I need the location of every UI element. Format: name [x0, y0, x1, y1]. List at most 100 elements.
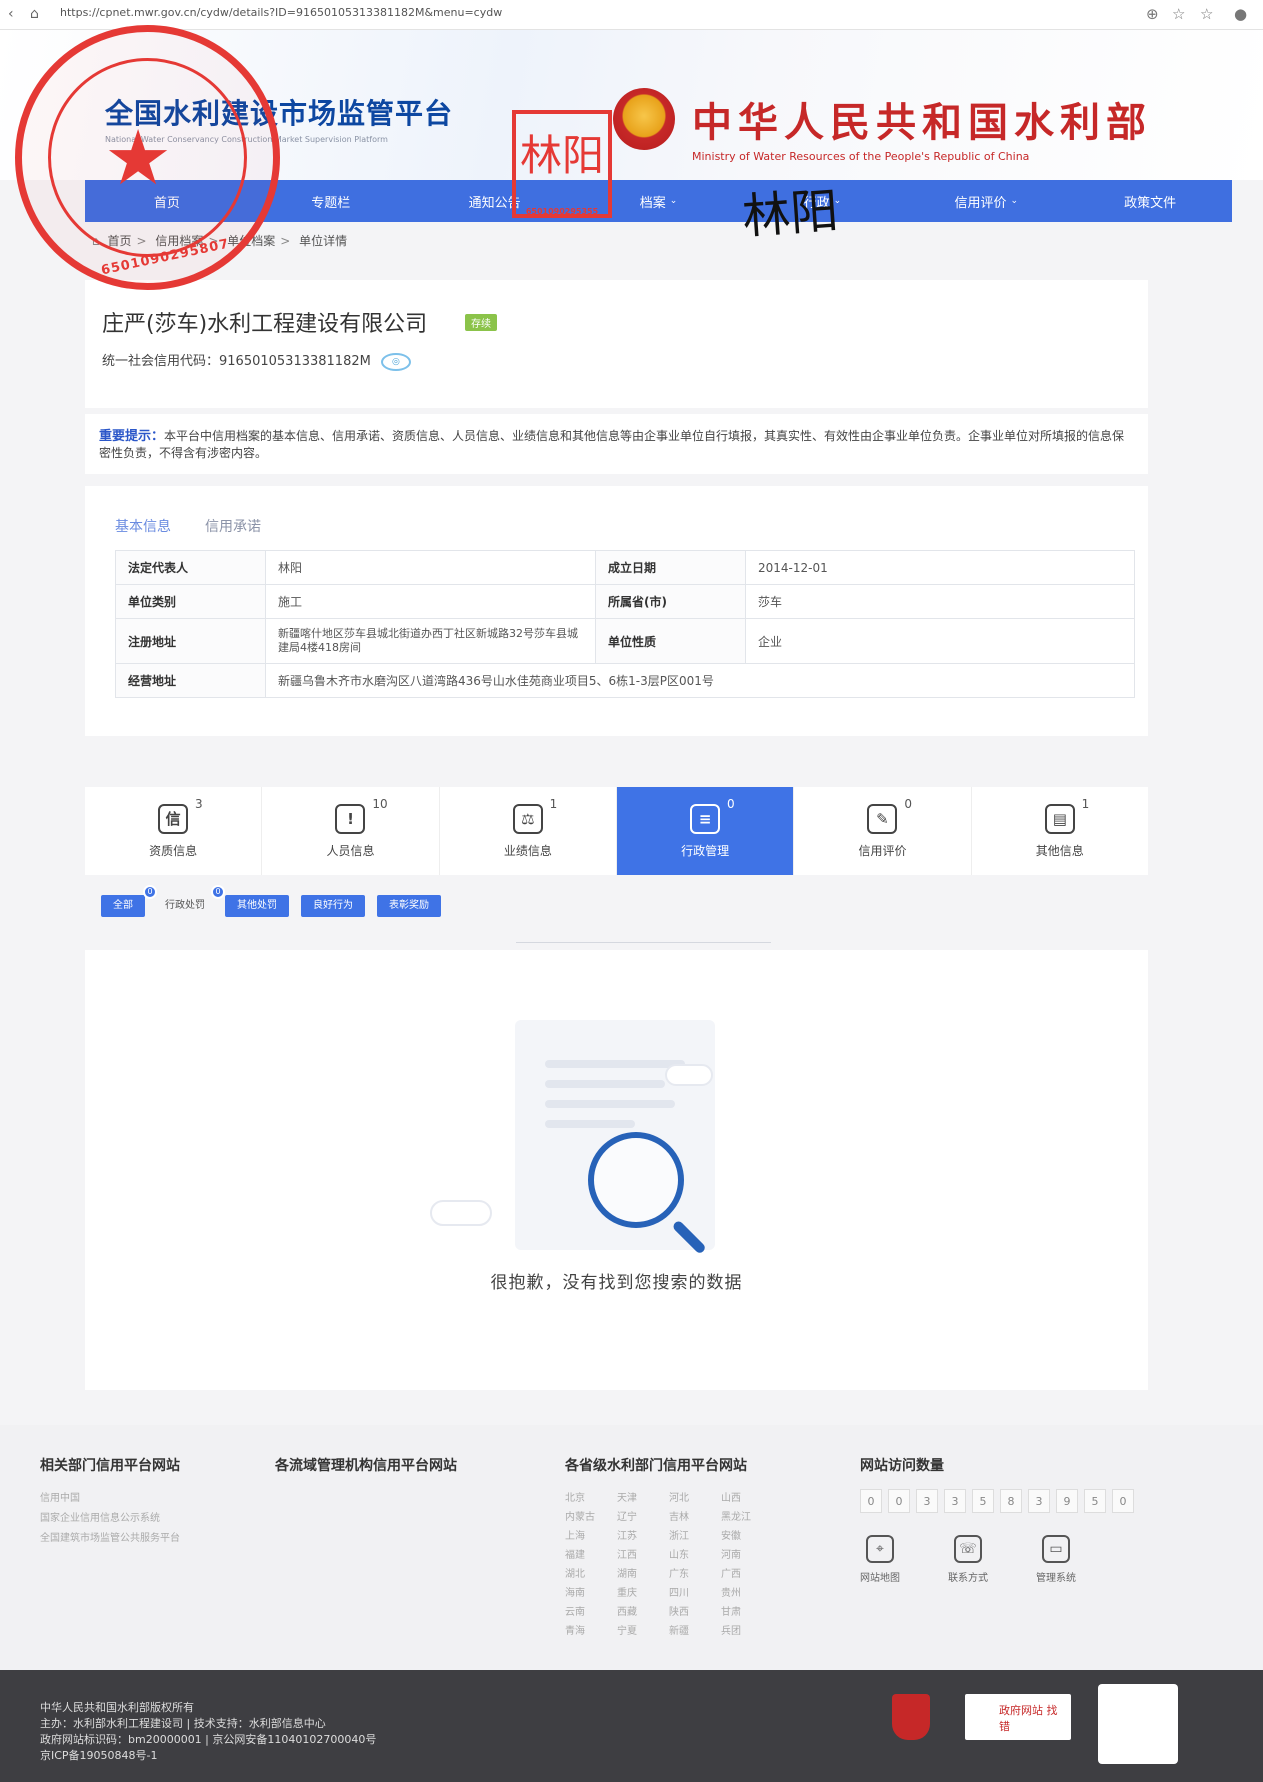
- provincial-link[interactable]: 吉林: [669, 1508, 713, 1523]
- gov-site-badge[interactable]: 政府网站 找错: [965, 1694, 1071, 1740]
- admin-system-link[interactable]: ▭ 管理系统: [1036, 1535, 1076, 1584]
- contact-link[interactable]: ☏ 联系方式: [948, 1535, 988, 1584]
- handwritten-signature: 林阳: [740, 182, 841, 246]
- counter-digit: 3: [916, 1489, 938, 1513]
- provincial-link[interactable]: 山东: [669, 1546, 713, 1561]
- divider: [516, 942, 771, 943]
- filter-all-button[interactable]: 全部 0: [101, 885, 157, 917]
- provincial-link[interactable]: 天津: [617, 1489, 661, 1504]
- provincial-link[interactable]: 安徽: [721, 1527, 765, 1542]
- ministry-title: 中华人民共和国水利部: [692, 100, 1152, 146]
- provincial-link[interactable]: 山西: [721, 1489, 765, 1504]
- tab-label: 人员信息: [326, 843, 375, 858]
- provincial-link[interactable]: 云南: [565, 1603, 609, 1618]
- provincial-link[interactable]: 广西: [721, 1565, 765, 1580]
- footer-link[interactable]: 国家企业信用信息公示系统: [40, 1509, 180, 1529]
- counter-digit: 0: [888, 1489, 910, 1513]
- provincial-link[interactable]: 黑龙江: [721, 1508, 765, 1523]
- table-row: 经营地址 新疆乌鲁木齐市水磨沟区八道湾路436号山水佳苑商业项目5、6栋1-3层…: [115, 663, 1135, 698]
- back-icon[interactable]: ‹: [8, 6, 14, 22]
- provincial-link[interactable]: 甘肃: [721, 1603, 765, 1618]
- favorites-list-icon[interactable]: ☆: [1200, 5, 1213, 23]
- filter-penalty-button[interactable]: 行政处罚 0: [157, 885, 225, 917]
- provincial-link[interactable]: 北京: [565, 1489, 609, 1504]
- tab-count: 0: [726, 797, 735, 811]
- tab-count: 1: [549, 797, 558, 811]
- tab-personnel[interactable]: ! 10 人员信息: [262, 787, 440, 875]
- provincial-link[interactable]: 江西: [617, 1546, 661, 1561]
- tab-administrative[interactable]: ≡ 0 行政管理: [616, 787, 795, 875]
- provincial-link[interactable]: 陕西: [669, 1603, 713, 1618]
- home-icon[interactable]: ⌂: [30, 6, 39, 22]
- provincial-link[interactable]: 湖北: [565, 1565, 609, 1580]
- cloud-icon: [430, 1200, 492, 1226]
- counter-digit: 3: [1028, 1489, 1050, 1513]
- profile-icon[interactable]: ●: [1234, 5, 1247, 23]
- provincial-link[interactable]: 四川: [669, 1584, 713, 1599]
- counter-digit: 3: [944, 1489, 966, 1513]
- filter-bar: 全部 0 行政处罚 0 其他处罚 良好行为 表彰奖励: [101, 885, 441, 917]
- browser-bar: ‹ ⌂ https://cpnet.mwr.gov.cn/cydw/detail…: [0, 0, 1263, 30]
- provincial-link[interactable]: 福建: [565, 1546, 609, 1561]
- site-map-link[interactable]: ⌖ 网站地图: [860, 1535, 900, 1584]
- zoom-icon[interactable]: ⊕: [1146, 5, 1159, 23]
- provincial-link[interactable]: 江苏: [617, 1527, 661, 1542]
- provincial-link[interactable]: 湖南: [617, 1565, 661, 1580]
- notes-icon: ▤: [1044, 803, 1075, 834]
- count-badge: 0: [143, 885, 157, 899]
- provincial-link[interactable]: 海南: [565, 1584, 609, 1599]
- provincial-link[interactable]: 宁夏: [617, 1622, 661, 1637]
- credit-code-label: 统一社会信用代码：: [102, 354, 220, 369]
- sponsor: 主办：水利部水利工程建设司 | 技术支持：水利部信息中心: [40, 1717, 326, 1730]
- filter-awards-button[interactable]: 表彰奖励: [377, 895, 441, 917]
- provincial-link[interactable]: 河北: [669, 1489, 713, 1504]
- nav-policy-documents[interactable]: 政策文件: [1068, 180, 1232, 222]
- provincial-link[interactable]: 内蒙古: [565, 1508, 609, 1523]
- filter-other-penalty-button[interactable]: 其他处罚: [225, 895, 289, 917]
- table-value: 施工: [265, 584, 596, 619]
- ministry-title-en: Ministry of Water Resources of the Peopl…: [692, 150, 1030, 163]
- footer-col-related: 相关部门信用平台网站 信用中国 国家企业信用信息公示系统 全国建筑市场监管公共服…: [40, 1455, 180, 1549]
- provincial-link[interactable]: 西藏: [617, 1603, 661, 1618]
- address-bar[interactable]: https://cpnet.mwr.gov.cn/cydw/details?ID…: [60, 6, 502, 19]
- status-badge: 存续: [465, 314, 497, 331]
- tab-performance[interactable]: ⚖ 1 业绩信息: [440, 787, 617, 875]
- provincial-link[interactable]: 河南: [721, 1546, 765, 1561]
- provincial-link[interactable]: 广东: [669, 1565, 713, 1580]
- tab-credit-commitment[interactable]: 信用承诺: [205, 516, 261, 536]
- tab-label: 资质信息: [149, 843, 198, 858]
- search-icon: [588, 1132, 684, 1228]
- provincial-link[interactable]: 兵团: [721, 1622, 765, 1637]
- provincial-link[interactable]: 上海: [565, 1527, 609, 1542]
- provincial-link[interactable]: 青海: [565, 1622, 609, 1637]
- counter-digit: 5: [1084, 1489, 1106, 1513]
- provincial-link[interactable]: 新疆: [669, 1622, 713, 1637]
- filter-good-behavior-button[interactable]: 良好行为: [301, 895, 365, 917]
- footer-col-title: 各省级水利部门信用平台网站: [565, 1458, 747, 1474]
- favorite-icon[interactable]: ☆: [1172, 5, 1185, 23]
- tab-qualification[interactable]: 信 3 资质信息: [85, 787, 263, 875]
- credit-badge-icon[interactable]: ◎: [380, 352, 411, 371]
- footer-link[interactable]: 信用中国: [40, 1489, 180, 1509]
- alarm-icon: !: [335, 803, 366, 834]
- icp-record[interactable]: 京ICP备19050848号-1: [40, 1748, 376, 1764]
- gov-code: 政府网站标识码：bm20000001 | 京公网安备11040102700040…: [40, 1733, 377, 1746]
- provincial-link[interactable]: 辽宁: [617, 1508, 661, 1523]
- party-badge-icon[interactable]: [892, 1694, 930, 1740]
- name-stamp: 林阳 6501090295355: [512, 110, 612, 218]
- nav-credit-evaluation[interactable]: 信用评价 ⌄: [904, 180, 1068, 222]
- provincial-link[interactable]: 贵州: [721, 1584, 765, 1599]
- tab-other-info[interactable]: ▤ 1 其他信息: [972, 787, 1148, 875]
- provincial-link[interactable]: 重庆: [617, 1584, 661, 1599]
- provincial-link[interactable]: 浙江: [669, 1527, 713, 1542]
- footer-col-visits: 网站访问数量 0033583950 ⌖ 网站地图 ☏ 联系方式 ▭ 管理系统: [860, 1455, 1134, 1584]
- footer-link[interactable]: 全国建筑市场监管公共服务平台: [40, 1529, 180, 1549]
- table-value: 新疆喀什地区莎车县城北街道办西丁社区新城路32号莎车县城建局4楼418房间: [265, 618, 596, 664]
- national-emblem-icon: [613, 88, 675, 150]
- qualification-icon: 信: [158, 803, 189, 834]
- table-key: 经营地址: [115, 663, 266, 698]
- tab-credit-rating[interactable]: ✎ 0 信用评价: [794, 787, 972, 875]
- ministry-logo: 中华人民共和国水利部 Ministry of Water Resources o…: [692, 90, 1152, 163]
- tab-basic-info[interactable]: 基本信息: [115, 516, 171, 536]
- footer-col-title: 网站访问数量: [860, 1458, 944, 1474]
